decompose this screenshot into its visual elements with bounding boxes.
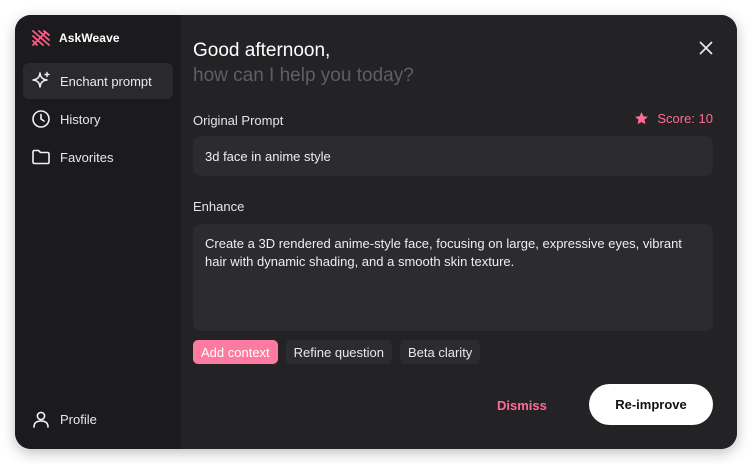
sidebar-item-label: Favorites: [60, 149, 114, 165]
enhance-label: Enhance: [193, 199, 245, 214]
folder-icon: [32, 149, 50, 165]
chip-refine-question[interactable]: Refine question: [285, 340, 392, 364]
app-name: AskWeave: [59, 31, 120, 45]
score-badge: Score: 10: [634, 111, 713, 126]
enhanced-prompt-field[interactable]: Create a 3D rendered anime-style face, f…: [193, 224, 713, 331]
chip-add-context[interactable]: Add context: [193, 340, 278, 364]
original-prompt-label: Original Prompt: [193, 113, 284, 128]
reimprove-button[interactable]: Re-improve: [589, 384, 713, 425]
close-icon[interactable]: [697, 39, 715, 57]
chip-beta-clarity[interactable]: Beta clarity: [400, 340, 481, 364]
score-text: Score: 10: [657, 111, 713, 126]
sidebar-item-profile[interactable]: Profile: [23, 401, 173, 437]
sidebar: AskWeave Enchant prompt History Favorite…: [15, 15, 181, 449]
sidebar-item-history[interactable]: History: [23, 101, 173, 137]
enhanced-prompt-text: Create a 3D rendered anime-style face, f…: [205, 236, 682, 269]
sidebar-item-enchant-prompt[interactable]: Enchant prompt: [23, 63, 173, 99]
original-prompt-field[interactable]: 3d face in anime style: [193, 136, 713, 176]
sidebar-item-label: Profile: [60, 411, 97, 427]
main-panel: Good afternoon, how can I help you today…: [181, 15, 737, 449]
user-icon: [33, 411, 49, 428]
greeting-title: Good afternoon,: [193, 40, 331, 61]
askweave-window: AskWeave Enchant prompt History Favorite…: [15, 15, 737, 449]
greeting-subtitle: how can I help you today?: [193, 65, 414, 86]
clock-icon: [32, 110, 50, 128]
suggestion-chips: Add context Refine question Beta clarity: [193, 340, 481, 364]
askweave-logo-icon: [32, 30, 50, 46]
original-prompt-text: 3d face in anime style: [205, 148, 331, 164]
sidebar-item-label: Enchant prompt: [60, 73, 152, 89]
sidebar-item-favorites[interactable]: Favorites: [23, 139, 173, 175]
sidebar-item-label: History: [60, 111, 101, 127]
brand: AskWeave: [31, 27, 120, 49]
sparkle-icon: [32, 71, 50, 88]
star-icon: [635, 112, 649, 125]
dismiss-button[interactable]: Dismiss: [497, 398, 547, 413]
